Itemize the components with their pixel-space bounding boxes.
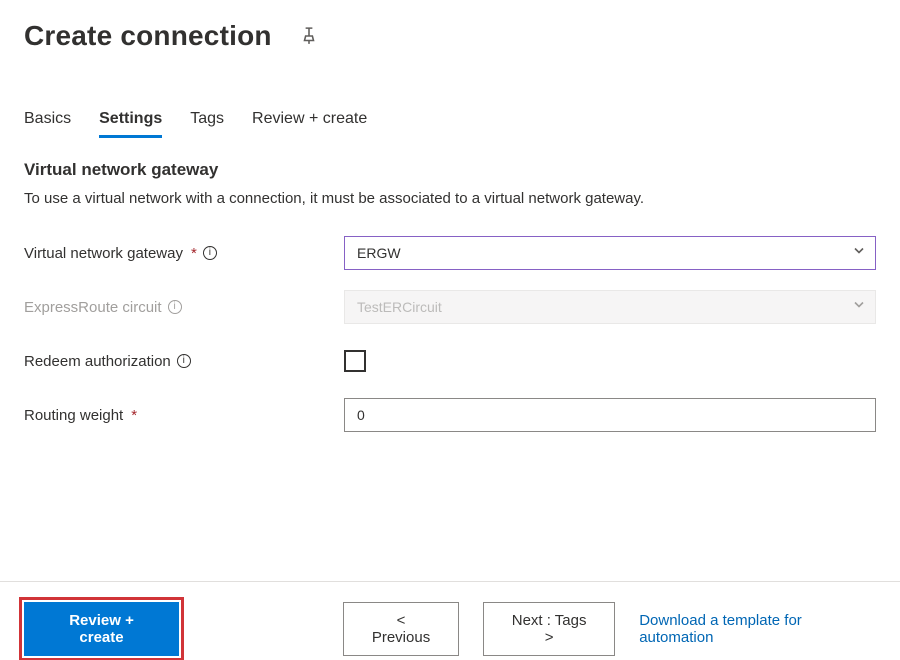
row-redeem-authorization: Redeem authorization i [24, 341, 876, 381]
tab-basics[interactable]: Basics [24, 104, 71, 138]
info-icon[interactable]: i [177, 354, 191, 368]
pin-button[interactable] [296, 23, 322, 49]
control-expressroute-circuit: TestERCircuit [344, 290, 876, 324]
label-routing-weight: Routing weight * [24, 407, 344, 424]
control-virtual-network-gateway: ERGW [344, 236, 876, 270]
select-virtual-network-gateway[interactable]: ERGW [344, 236, 876, 270]
download-template-link[interactable]: Download a template for automation [639, 612, 876, 646]
previous-button[interactable]: < Previous [343, 602, 459, 656]
tab-tags[interactable]: Tags [190, 104, 224, 138]
page-title: Create connection [24, 20, 272, 52]
info-icon[interactable]: i [168, 300, 182, 314]
next-button[interactable]: Next : Tags > [483, 602, 615, 656]
select-expressroute-circuit: TestERCircuit [344, 290, 876, 324]
section-heading: Virtual network gateway [24, 160, 876, 180]
required-indicator: * [131, 407, 137, 424]
pin-icon [300, 27, 318, 45]
create-connection-page: Create connection Basics Settings Tags R… [0, 0, 900, 660]
control-redeem-authorization [344, 350, 876, 372]
control-routing-weight [344, 398, 876, 432]
row-virtual-network-gateway: Virtual network gateway * i ERGW [24, 233, 876, 273]
title-row: Create connection [24, 20, 876, 52]
label-expressroute-circuit: ExpressRoute circuit i [24, 299, 344, 316]
label-text: ExpressRoute circuit [24, 299, 162, 316]
label-virtual-network-gateway: Virtual network gateway * i [24, 245, 344, 262]
footer: Review + create < Previous Next : Tags >… [0, 582, 900, 660]
review-create-button[interactable]: Review + create [24, 602, 179, 656]
label-text: Routing weight [24, 407, 123, 424]
label-text: Virtual network gateway [24, 245, 183, 262]
row-expressroute-circuit: ExpressRoute circuit i TestERCircuit [24, 287, 876, 327]
info-icon[interactable]: i [203, 246, 217, 260]
settings-section: Virtual network gateway To use a virtual… [24, 160, 876, 435]
checkbox-redeem-authorization[interactable] [344, 350, 366, 372]
select-virtual-network-gateway-input[interactable]: ERGW [344, 236, 876, 270]
tab-settings[interactable]: Settings [99, 104, 162, 138]
select-expressroute-circuit-input: TestERCircuit [344, 290, 876, 324]
required-indicator: * [191, 245, 197, 262]
row-routing-weight: Routing weight * [24, 395, 876, 435]
tab-review-create[interactable]: Review + create [252, 104, 367, 138]
label-redeem-authorization: Redeem authorization i [24, 353, 344, 370]
label-text: Redeem authorization [24, 353, 171, 370]
tabs: Basics Settings Tags Review + create [24, 104, 876, 138]
section-description: To use a virtual network with a connecti… [24, 190, 876, 207]
input-routing-weight[interactable] [344, 398, 876, 432]
